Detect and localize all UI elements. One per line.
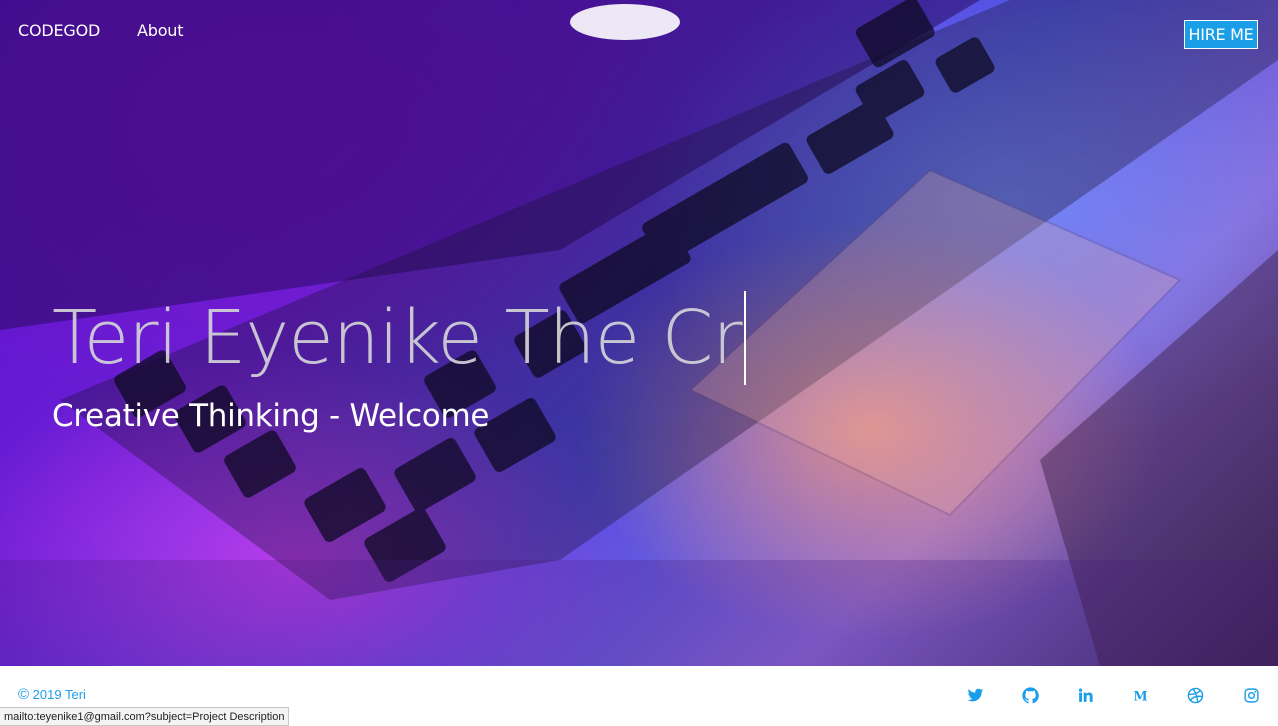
medium-icon[interactable]: M xyxy=(1131,686,1149,704)
copyright-text: © 2019 Teri xyxy=(18,686,86,703)
hire-me-button[interactable]: HIRE ME xyxy=(1184,20,1258,49)
hero-tagline: Creative Thinking - Welcome xyxy=(52,398,490,434)
hero-headline: Teri Eyenike The Cr xyxy=(52,291,746,385)
typed-headline-text: Teri Eyenike The Cr xyxy=(52,295,743,381)
medium-letter: M xyxy=(1133,689,1147,704)
instagram-icon[interactable] xyxy=(1242,686,1260,704)
copyright-icon: © xyxy=(18,686,30,703)
hero-section: CODEGOD About HIRE ME Teri Eyenike The C… xyxy=(0,0,1278,666)
github-icon[interactable] xyxy=(1021,686,1039,704)
nav-brand-link[interactable]: CODEGOD xyxy=(18,21,100,40)
copyright-label: 2019 Teri xyxy=(29,687,86,702)
linkedin-icon[interactable] xyxy=(1076,686,1094,704)
typing-cursor xyxy=(743,291,746,385)
nav-about-link[interactable]: About xyxy=(137,21,184,40)
twitter-icon[interactable] xyxy=(966,686,984,704)
browser-status-bar: mailto:teyenike1@gmail.com?subject=Proje… xyxy=(0,707,290,726)
dribbble-icon[interactable] xyxy=(1186,686,1204,704)
